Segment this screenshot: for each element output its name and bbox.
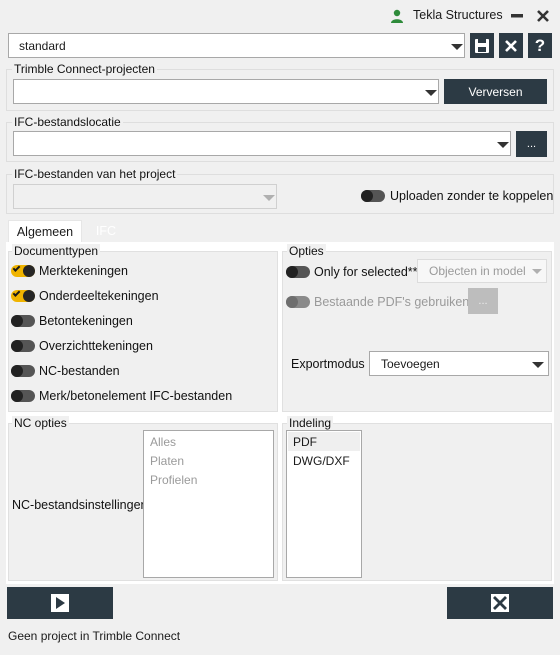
label-nc-bestanden: NC-bestanden (39, 364, 120, 378)
list-item[interactable]: Profielen (150, 473, 197, 487)
close-icon (505, 39, 517, 52)
toggle-overzichttekeningen[interactable] (11, 340, 35, 352)
user-icon[interactable] (390, 9, 404, 23)
save-icon (475, 38, 489, 53)
status-text: Geen project in Trimble Connect (8, 629, 181, 643)
close-icon (491, 594, 509, 612)
only-selected-combo[interactable]: Objecten in model (417, 259, 547, 283)
chevron-down-icon (532, 269, 542, 274)
chevron-down-icon (263, 195, 275, 201)
trimble-project-combo[interactable] (13, 79, 439, 104)
only-selected-value: Objecten in model (429, 264, 526, 278)
refresh-button[interactable]: Verversen (444, 79, 547, 104)
label-overzichttekeningen: Overzichttekeningen (39, 339, 153, 353)
run-button[interactable] (7, 587, 113, 619)
label-ifc-bestanden: Merk/betonelement IFC-bestanden (39, 389, 233, 403)
toggle-betontekeningen[interactable] (11, 315, 35, 327)
list-item[interactable]: Platen (150, 454, 184, 468)
exportmode-label: Exportmodus (291, 357, 365, 371)
toggle-nc-bestanden[interactable] (11, 365, 35, 377)
window-title: Tekla Structures (413, 8, 503, 22)
chevron-down-icon (451, 44, 463, 50)
browse-button[interactable]: ... (516, 131, 547, 157)
tab-ifc[interactable]: IFC (86, 220, 126, 242)
layout-list[interactable]: PDF DWG/DXF (286, 430, 362, 578)
minimize-icon[interactable] (509, 10, 525, 22)
nc-settings-list[interactable]: Alles Platen Profielen (143, 430, 274, 578)
upload-without-link-toggle[interactable] (361, 190, 385, 202)
documenttypes-label: Documenttypen (12, 244, 101, 258)
play-icon (51, 594, 69, 612)
chevron-down-icon (425, 90, 437, 96)
label-only-selected: Only for selected*** (314, 265, 423, 279)
help-button[interactable]: ? (528, 33, 552, 58)
exportmode-value: Toevoegen (381, 357, 440, 371)
chevron-down-icon (497, 142, 509, 148)
close-window-icon[interactable] (535, 8, 551, 24)
close-button[interactable] (447, 587, 553, 619)
ifc-project-combo[interactable] (13, 184, 277, 209)
list-item[interactable]: PDF (293, 435, 317, 449)
exportmode-combo[interactable]: Toevoegen (369, 351, 549, 376)
nc-settings-label: NC-bestandsinstellingen (12, 498, 148, 512)
help-icon: ? (534, 35, 546, 55)
tab-general-label: Algemeen (16, 224, 74, 239)
tab-ifc-label: IFC (95, 224, 117, 238)
chevron-down-icon (532, 362, 544, 368)
layout-label: Indeling (287, 416, 334, 430)
options-label: Opties (287, 244, 326, 258)
label-onderdeeltekeningen: Onderdeeltekeningen (39, 289, 159, 303)
toggle-only-selected[interactable] (286, 266, 310, 278)
toggle-onderdeeltekeningen[interactable] (11, 289, 35, 302)
ifc-project-label: IFC-bestanden van het project (12, 167, 178, 181)
label-merktekeningen: Merktekeningen (39, 264, 128, 278)
trimble-label: Trimble Connect-projecten (12, 62, 157, 76)
settings-combo[interactable]: standard (8, 33, 465, 58)
label-betontekeningen: Betontekeningen (39, 314, 133, 328)
save-button[interactable] (470, 33, 494, 58)
label-existing-pdf: Bestaande PDF's gebruiken (314, 295, 470, 309)
toggle-existing-pdf[interactable] (286, 296, 310, 308)
list-item[interactable]: DWG/DXF (293, 454, 350, 468)
nc-options-label: NC opties (12, 416, 69, 430)
upload-without-link-label: Uploaden zonder te koppelen (390, 189, 554, 203)
toggle-merktekeningen[interactable] (11, 264, 35, 277)
cancel-button[interactable] (499, 33, 523, 58)
existing-pdf-button[interactable]: ... (468, 288, 498, 314)
tab-general[interactable]: Algemeen (8, 220, 82, 242)
list-item[interactable]: Alles (150, 435, 176, 449)
ifc-location-label: IFC-bestandslocatie (12, 115, 123, 129)
ifc-location-combo[interactable] (13, 131, 511, 156)
toggle-ifc-bestanden[interactable] (11, 390, 35, 402)
settings-value: standard (19, 39, 66, 53)
